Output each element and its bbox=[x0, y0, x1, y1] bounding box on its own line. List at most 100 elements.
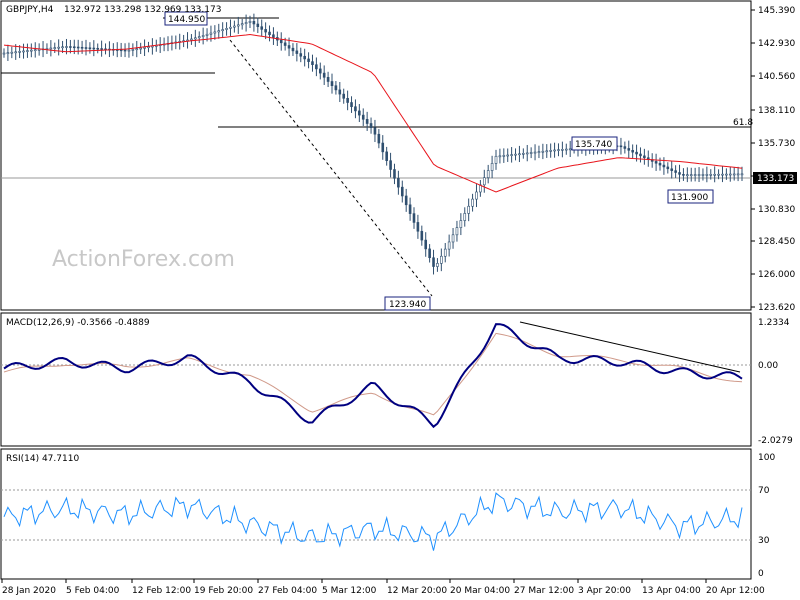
candle-body bbox=[315, 64, 318, 70]
candle-body bbox=[80, 46, 84, 49]
candle-body bbox=[318, 68, 322, 74]
candle-body bbox=[475, 191, 478, 200]
candle-body bbox=[713, 173, 716, 176]
candle-body bbox=[6, 52, 10, 54]
candle-body bbox=[326, 77, 330, 82]
candle-body bbox=[385, 151, 388, 161]
candle-body bbox=[561, 149, 564, 151]
candle-body bbox=[287, 45, 291, 49]
candle-body bbox=[678, 172, 681, 175]
candle-body bbox=[72, 46, 76, 49]
candle-body bbox=[662, 164, 666, 168]
candle-body bbox=[225, 28, 228, 30]
time-tick-label: 20 Apr 12:00 bbox=[706, 586, 765, 596]
candle-body bbox=[408, 204, 412, 214]
candle-body bbox=[689, 174, 693, 176]
candle-body bbox=[639, 153, 642, 157]
candle-body bbox=[205, 33, 209, 36]
candle-body bbox=[131, 49, 135, 51]
candle-body bbox=[658, 162, 662, 166]
candle-body bbox=[705, 174, 709, 176]
time-tick-label: 13 Apr 04:00 bbox=[642, 586, 701, 596]
candle-body bbox=[135, 48, 139, 51]
candle-body bbox=[721, 173, 724, 176]
candle-body bbox=[268, 31, 271, 36]
time-tick-label: 27 Feb 04:00 bbox=[258, 586, 317, 596]
svg-text:131.900: 131.900 bbox=[671, 193, 708, 203]
rsi-axis: 100 70 30 0 bbox=[758, 453, 775, 579]
candle-body bbox=[69, 46, 72, 48]
time-tick-label: 5 Mar 12:00 bbox=[322, 586, 377, 596]
candle-body bbox=[412, 213, 416, 223]
candle-body bbox=[49, 47, 53, 50]
candle-body bbox=[373, 127, 377, 135]
candle-body bbox=[84, 47, 88, 49]
candle-body bbox=[244, 22, 248, 24]
candle-body bbox=[725, 173, 728, 176]
price-tick-label: 145.390 bbox=[758, 6, 795, 16]
current-price-tag: 133.173 bbox=[753, 172, 797, 184]
candle-body bbox=[330, 81, 334, 87]
annotation-low: 123.940 bbox=[384, 296, 431, 311]
candle-body bbox=[26, 50, 29, 52]
price-axis: 145.390142.930140.560138.110135.730133.2… bbox=[751, 6, 795, 313]
candle-body bbox=[564, 148, 568, 151]
candle-body bbox=[14, 51, 18, 54]
candle-body bbox=[229, 26, 232, 29]
candle-body bbox=[518, 153, 521, 156]
candle-body bbox=[502, 155, 506, 157]
candle-body bbox=[209, 32, 213, 35]
candle-body bbox=[666, 166, 670, 170]
rsi-tick-label: 0 bbox=[758, 569, 764, 579]
candle-body bbox=[486, 170, 490, 178]
symbol-label: GBPJPY,H4 bbox=[6, 5, 54, 15]
candle-body bbox=[459, 220, 463, 228]
candle-body bbox=[365, 119, 369, 124]
candle-body bbox=[428, 248, 431, 259]
candle-body bbox=[654, 161, 658, 164]
candle-body bbox=[537, 151, 541, 153]
candle-body bbox=[619, 145, 623, 148]
macd-tick-label: -2.0279 bbox=[758, 436, 793, 446]
candle-body bbox=[693, 174, 697, 176]
candle-body bbox=[682, 174, 685, 176]
candle-body bbox=[96, 47, 100, 50]
annotation-recent-high: 135.740 bbox=[571, 136, 618, 151]
candle-body bbox=[346, 98, 349, 103]
candle-body bbox=[381, 142, 385, 153]
candle-body bbox=[256, 23, 260, 27]
candle-body bbox=[623, 146, 627, 149]
candle-body bbox=[334, 85, 338, 91]
svg-text:123.940: 123.940 bbox=[389, 300, 426, 310]
price-tick-label: 130.830 bbox=[758, 205, 795, 215]
candle-body bbox=[248, 21, 252, 23]
candle-body bbox=[354, 106, 357, 112]
candle-body bbox=[522, 153, 525, 155]
candle-body bbox=[33, 49, 37, 52]
candle-body bbox=[190, 38, 193, 41]
candle-body bbox=[119, 49, 123, 52]
forex-chart: ActionForex.com 61.8 144.950 123.940 135… bbox=[0, 0, 797, 596]
candle-body bbox=[400, 186, 404, 197]
time-tick-label: 3 Apr 20:00 bbox=[578, 586, 631, 596]
svg-text:135.740: 135.740 bbox=[575, 140, 612, 150]
candle-body bbox=[307, 58, 310, 62]
candle-body bbox=[424, 239, 428, 250]
price-tick-label: 123.620 bbox=[758, 303, 795, 313]
candle-body bbox=[65, 46, 68, 48]
candle-body bbox=[494, 155, 498, 164]
candle-body bbox=[377, 133, 381, 144]
time-tick-label: 5 Feb 04:00 bbox=[66, 586, 120, 596]
candle-body bbox=[436, 263, 439, 267]
svg-text:133.173: 133.173 bbox=[757, 174, 794, 184]
rsi-panel bbox=[0, 448, 752, 580]
candle-body bbox=[416, 222, 420, 232]
candle-body bbox=[686, 174, 689, 176]
candle-body bbox=[369, 123, 373, 129]
price-tick-label: 142.930 bbox=[758, 39, 795, 49]
candle-body bbox=[272, 34, 275, 38]
candle-body bbox=[322, 72, 326, 78]
candle-body bbox=[736, 173, 740, 176]
time-tick-label: 28 Jan 2020 bbox=[2, 586, 56, 596]
candle-body bbox=[303, 55, 306, 60]
